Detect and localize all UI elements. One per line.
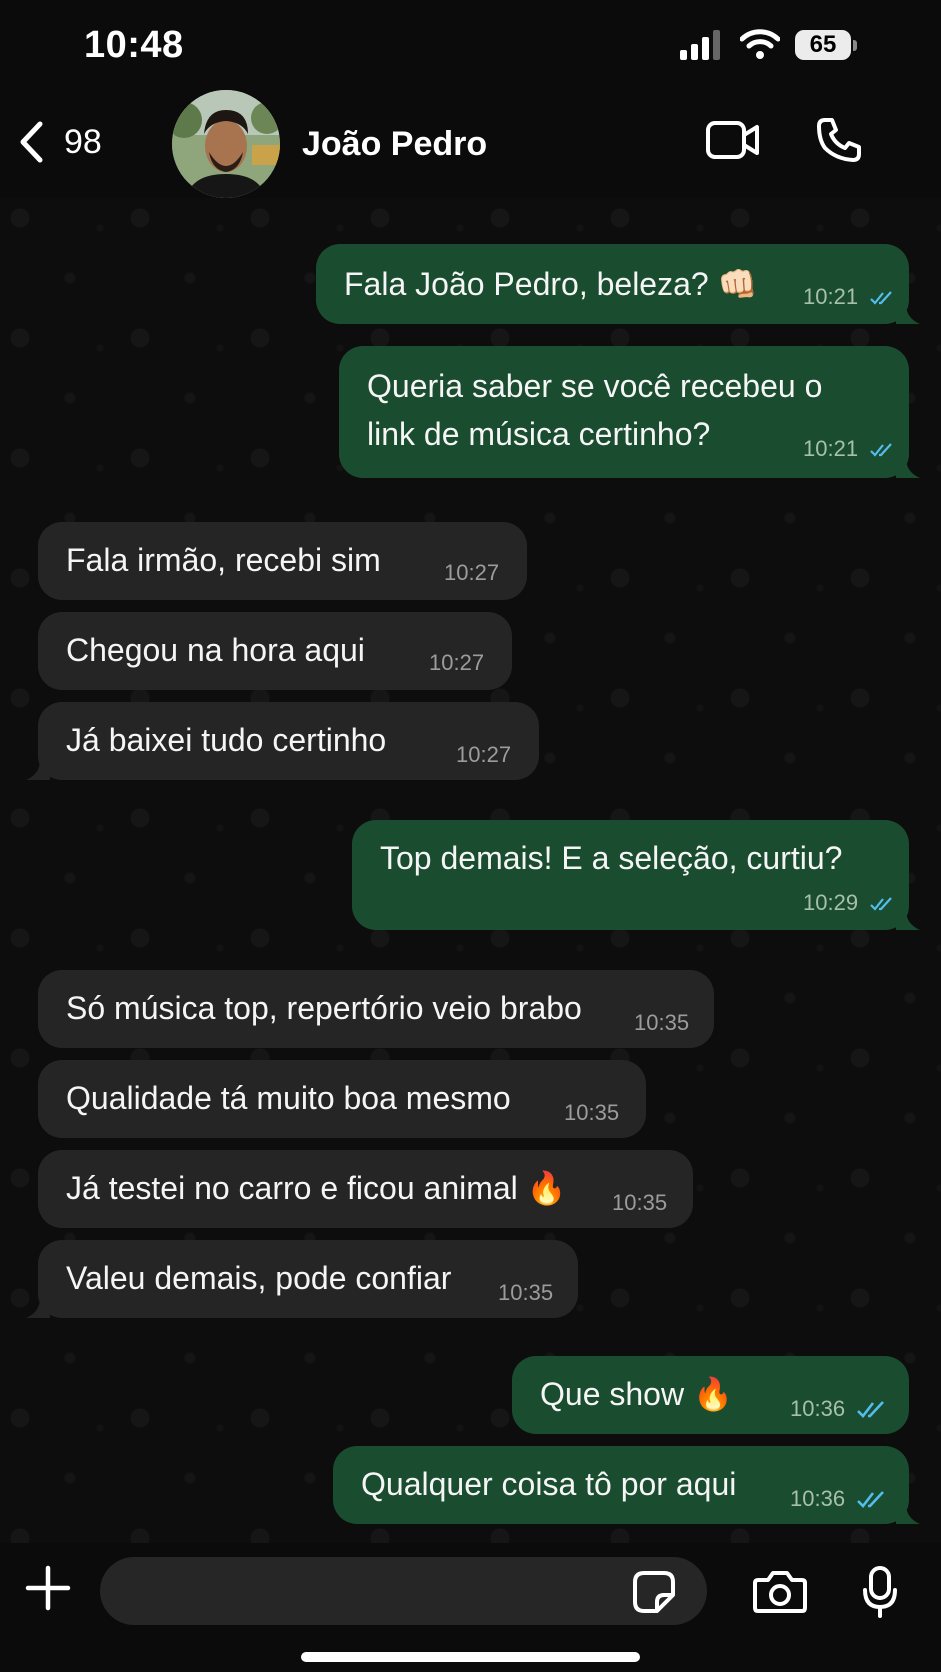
bubble-tail (26, 1298, 50, 1318)
message-bubble-incoming[interactable]: Já baixei tudo certinho 10:27 (38, 702, 539, 780)
message-bubble-incoming[interactable]: Fala irmão, recebi sim 10:27 (38, 522, 527, 600)
message-text: Qualquer coisa tô por aqui (361, 1466, 737, 1502)
message-bubble-outgoing[interactable]: Fala João Pedro, beleza? 👊🏻 10:21 (316, 244, 909, 324)
message-text: Fala irmão, recebi sim (66, 542, 381, 578)
bubble-tail (896, 910, 920, 930)
message-text: Já baixei tudo certinho (66, 722, 387, 758)
message-text: Só música top, repertório veio brabo (66, 990, 582, 1026)
message-time: 10:35 (612, 1190, 668, 1215)
message-time: 10:21 (803, 436, 859, 461)
message-bubble-incoming[interactable]: Qualidade tá muito boa mesmo 10:35 (38, 1060, 646, 1138)
message-bubble-outgoing[interactable]: Que show 🔥 10:36 (512, 1356, 909, 1434)
message-bubble-incoming[interactable]: Já testei no carro e ficou animal 🔥 10:3… (38, 1150, 693, 1228)
message-time: 10:36 (790, 1486, 846, 1511)
avatar-photo (172, 90, 280, 198)
status-bar: 10:48 65 (0, 0, 941, 90)
message-time: 10:35 (564, 1100, 620, 1125)
wifi-icon (740, 29, 780, 59)
double-check-icon (857, 1401, 884, 1418)
message-bubble-outgoing[interactable]: Queria saber se você recebeu o link de m… (339, 346, 909, 478)
double-check-icon (870, 291, 892, 305)
message-input[interactable] (100, 1557, 707, 1625)
battery-icon: 65 (795, 30, 857, 60)
cellular-signal-icon (680, 30, 720, 60)
message-time: 10:35 (498, 1280, 554, 1305)
message-time: 10:27 (456, 742, 512, 767)
message-text: Qualidade tá muito boa mesmo (66, 1080, 511, 1116)
battery-level: 65 (809, 31, 837, 58)
video-camera-icon[interactable] (705, 120, 761, 160)
message-text: Top demais! E a seleção, curtiu? (380, 840, 843, 876)
message-time: 10:35 (634, 1010, 690, 1035)
bubble-tail (896, 304, 920, 324)
microphone-icon[interactable] (862, 1565, 898, 1619)
avatar[interactable] (172, 90, 280, 198)
chat-header: 98 João Pedro (0, 90, 941, 198)
unread-count: 98 (64, 122, 102, 161)
bubble-tail (896, 1504, 920, 1524)
chat-screen: 10:48 65 98 João Pedro Fala João Pedro, … (0, 0, 941, 1672)
message-time: 10:21 (803, 284, 859, 309)
message-bubble-outgoing[interactable]: Top demais! E a seleção, curtiu? 10:29 (352, 820, 909, 930)
message-text: Queria saber se você recebeu o link de m… (367, 368, 823, 452)
message-bubble-outgoing[interactable]: Qualquer coisa tô por aqui 10:36 (333, 1446, 909, 1524)
chevron-left-icon (20, 121, 43, 163)
message-text: Valeu demais, pode confiar (66, 1260, 452, 1296)
message-text: Chegou na hora aqui (66, 632, 365, 668)
camera-icon[interactable] (752, 1570, 808, 1614)
message-bubble-incoming[interactable]: Valeu demais, pode confiar 10:35 (38, 1240, 578, 1318)
message-bubble-incoming[interactable]: Chegou na hora aqui 10:27 (38, 612, 512, 690)
message-text: Fala João Pedro, beleza? 👊🏻 (344, 266, 758, 302)
contact-name[interactable]: João Pedro (302, 125, 487, 164)
message-time: 10:27 (429, 650, 485, 675)
message-text: Já testei no carro e ficou animal 🔥 (66, 1170, 567, 1206)
back-button[interactable]: 98 (18, 112, 128, 172)
message-time: 10:36 (790, 1396, 846, 1421)
sticker-icon[interactable] (632, 1570, 676, 1614)
phone-icon[interactable] (816, 117, 862, 163)
message-bubble-incoming[interactable]: Só música top, repertório veio brabo 10:… (38, 970, 714, 1048)
home-indicator[interactable] (301, 1652, 640, 1662)
double-check-icon (870, 443, 892, 457)
bubble-tail (26, 760, 50, 780)
message-text: Que show 🔥 (540, 1376, 733, 1412)
message-time: 10:27 (444, 560, 500, 585)
bubble-tail (896, 458, 920, 478)
plus-icon[interactable] (25, 1565, 71, 1611)
double-check-icon (857, 1491, 884, 1508)
double-check-icon (870, 897, 892, 911)
message-time: 10:29 (803, 890, 859, 915)
chat-area[interactable]: Fala João Pedro, beleza? 👊🏻 10:21 Queria… (0, 198, 941, 1543)
status-time: 10:48 (84, 24, 184, 66)
